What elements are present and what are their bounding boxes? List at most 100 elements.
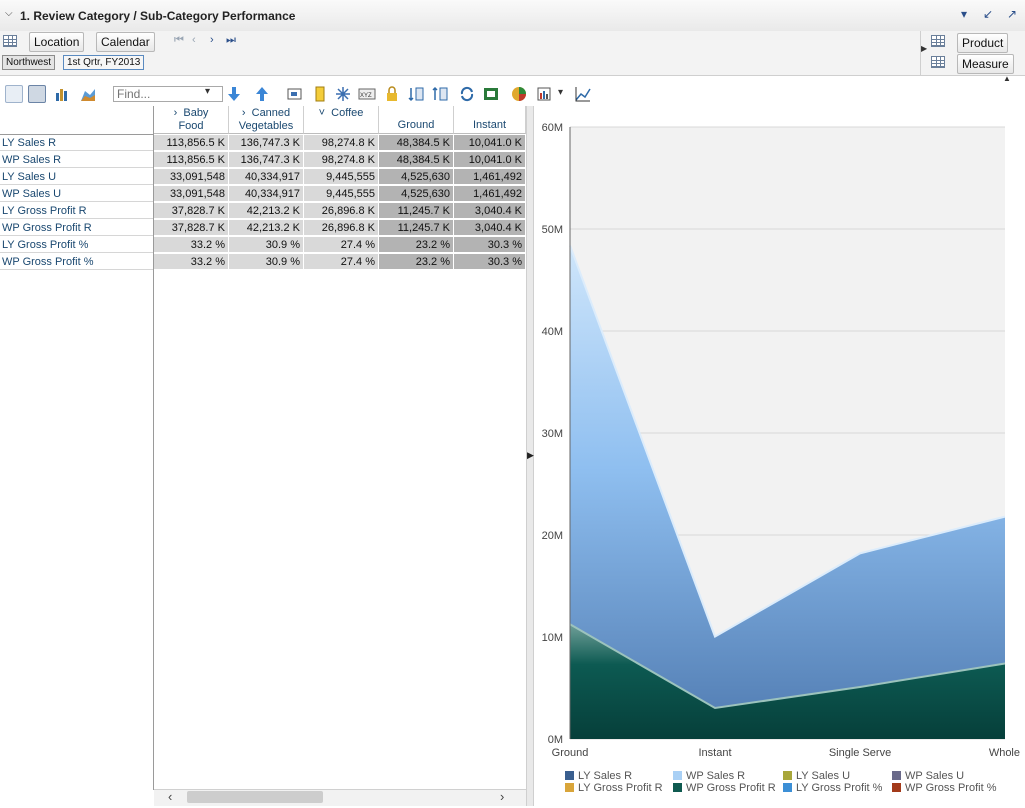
table-cell[interactable]: 33,091,548 [154, 186, 229, 202]
table-cell[interactable]: 23.2 % [379, 254, 454, 270]
filter-icon[interactable] [286, 85, 304, 103]
table-cell[interactable]: 136,747.3 K [229, 135, 304, 151]
table-cell[interactable]: 37,828.7 K [154, 203, 229, 219]
calendar-button[interactable]: Calendar [96, 32, 155, 52]
table-cell[interactable]: 48,384.5 K [379, 152, 454, 168]
table-cell[interactable]: 42,213.2 K [229, 203, 304, 219]
legend-item[interactable]: LY Gross Profit R [565, 782, 663, 794]
legend-item[interactable]: WP Sales R [673, 770, 745, 782]
table-cell[interactable]: 10,041.0 K [454, 152, 526, 168]
column-header-baby-food[interactable]: › Baby Food [154, 106, 229, 134]
table-cell[interactable]: 30.9 % [229, 254, 304, 270]
column-header-canned-vegetables[interactable]: › Canned Vegetables [229, 106, 304, 134]
product-button[interactable]: Product [957, 33, 1009, 53]
table-cell[interactable]: 9,445,555 [304, 169, 379, 185]
expand-arrow-icon[interactable]: ▶ [921, 44, 927, 53]
chevron-down-icon[interactable]: ▾ [956, 7, 972, 23]
table-cell[interactable]: 33,091,548 [154, 169, 229, 185]
measure-button[interactable]: Measure [957, 54, 1014, 74]
expand-icon[interactable]: › [242, 107, 246, 119]
find-dropdown-icon[interactable]: ▾ [205, 86, 210, 97]
table-cell[interactable]: 33.2 % [154, 254, 229, 270]
scrollbar-thumb[interactable] [187, 791, 323, 803]
legend-item[interactable]: LY Sales R [565, 770, 632, 782]
table-cell[interactable]: 9,445,555 [304, 186, 379, 202]
minimize-icon[interactable]: ↙ [980, 7, 996, 23]
table-cell[interactable]: 27.4 % [304, 237, 379, 253]
table-cell[interactable]: 1,461,492 [454, 186, 526, 202]
table-cell[interactable]: 37,828.7 K [154, 220, 229, 236]
table-cell[interactable]: 40,334,917 [229, 169, 304, 185]
table-cell[interactable]: 40,334,917 [229, 186, 304, 202]
table-cell[interactable]: 27.4 % [304, 254, 379, 270]
area-chart-icon[interactable] [79, 85, 97, 103]
detach-icon[interactable]: ↗ [1004, 7, 1020, 23]
export-icon[interactable] [482, 85, 500, 103]
scroll-left-icon[interactable]: ‹ [168, 789, 172, 804]
grid-chart-view-icon[interactable] [28, 85, 46, 103]
chart-options-dropdown-icon[interactable]: ▾ [558, 87, 563, 98]
bar-chart-icon[interactable] [53, 85, 71, 103]
spread-icon[interactable] [334, 85, 352, 103]
column-header-instant[interactable]: Instant [454, 106, 526, 134]
grid-view-icon[interactable] [5, 85, 23, 103]
table-cell[interactable]: 113,856.5 K [154, 135, 229, 151]
expand-icon[interactable]: › [174, 107, 178, 119]
collapse-icon[interactable]: ˅ [319, 107, 325, 119]
table-cell[interactable]: 136,747.3 K [229, 152, 304, 168]
table-cell[interactable]: 113,856.5 K [154, 152, 229, 168]
row-header[interactable]: LY Sales R [0, 135, 153, 151]
table-cell[interactable]: 30.3 % [454, 237, 526, 253]
table-cell[interactable]: 48,384.5 K [379, 135, 454, 151]
last-page-icon[interactable]: ⏭ [226, 34, 236, 47]
row-header[interactable]: WP Sales R [0, 152, 153, 168]
chart-settings-icon[interactable] [574, 85, 592, 103]
collapse-chevron-icon[interactable]: ⌵ [5, 8, 13, 19]
table-cell[interactable]: 4,525,630 [379, 169, 454, 185]
next-page-icon[interactable]: › [210, 34, 214, 46]
table-cell[interactable]: 3,040.4 K [454, 220, 526, 236]
first-page-icon[interactable]: ⏮ [174, 34, 184, 47]
row-header[interactable]: LY Gross Profit % [0, 237, 153, 253]
legend-item[interactable]: WP Gross Profit R [673, 782, 776, 794]
row-header[interactable]: WP Sales U [0, 186, 153, 202]
sort-down-icon[interactable] [225, 85, 243, 103]
splitter-arrow-icon[interactable]: ▶ [527, 450, 534, 461]
table-cell[interactable]: 10,041.0 K [454, 135, 526, 151]
table-cell[interactable]: 3,040.4 K [454, 203, 526, 219]
column-header-coffee[interactable]: ˅ Coffee [304, 106, 379, 134]
scroll-right-icon[interactable]: › [500, 789, 504, 804]
table-cell[interactable]: 42,213.2 K [229, 220, 304, 236]
swap-b-icon[interactable] [431, 85, 449, 103]
table-cell[interactable]: 30.9 % [229, 237, 304, 253]
column-header-ground[interactable]: Ground [379, 106, 454, 134]
table-cell[interactable]: 33.2 % [154, 237, 229, 253]
row-header[interactable]: LY Sales U [0, 169, 153, 185]
table-cell[interactable]: 26,896.8 K [304, 203, 379, 219]
lock-icon[interactable] [383, 85, 401, 103]
table-cell[interactable]: 98,274.8 K [304, 135, 379, 151]
location-button[interactable]: Location [29, 32, 85, 52]
location-crumb[interactable]: Northwest [2, 55, 56, 70]
legend-item[interactable]: LY Gross Profit % [783, 782, 882, 794]
row-header[interactable]: WP Gross Profit % [0, 254, 153, 270]
highlight-icon[interactable] [311, 85, 329, 103]
chart-options-icon[interactable] [510, 85, 528, 103]
table-cell[interactable]: 4,525,630 [379, 186, 454, 202]
swap-a-icon[interactable] [407, 85, 425, 103]
calendar-crumb[interactable]: 1st Qrtr, FY2013 [63, 55, 145, 70]
page-setup-icon[interactable] [535, 85, 553, 103]
refresh-icon[interactable] [458, 85, 476, 103]
table-cell[interactable]: 11,245.7 K [379, 203, 454, 219]
table-cell[interactable]: 26,896.8 K [304, 220, 379, 236]
previous-page-icon[interactable]: ‹ [192, 34, 196, 46]
table-cell[interactable]: 23.2 % [379, 237, 454, 253]
table-cell[interactable]: 30.3 % [454, 254, 526, 270]
row-header[interactable]: LY Gross Profit R [0, 203, 153, 219]
table-cell[interactable]: 98,274.8 K [304, 152, 379, 168]
table-cell[interactable]: 11,245.7 K [379, 220, 454, 236]
sort-up-icon[interactable] [253, 85, 271, 103]
format-icon[interactable]: XYZ [358, 85, 376, 103]
legend-item[interactable]: WP Sales U [892, 770, 964, 782]
row-header[interactable]: WP Gross Profit R [0, 220, 153, 236]
